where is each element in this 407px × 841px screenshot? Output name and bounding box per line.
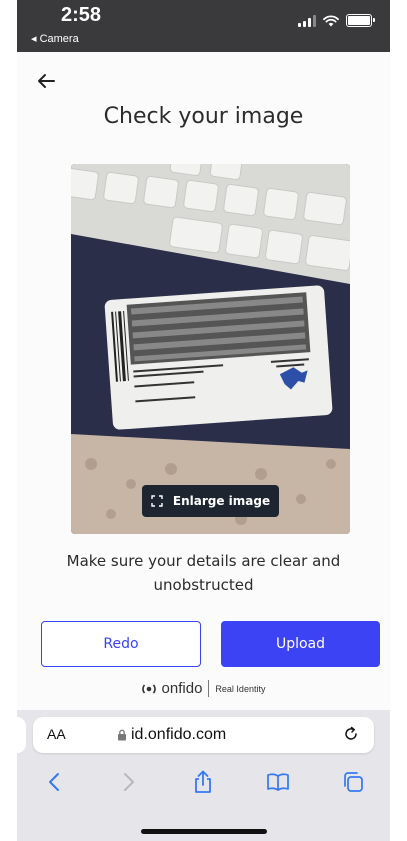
url-text: id.onfido.com	[131, 726, 227, 743]
back-arrow-icon[interactable]	[35, 70, 57, 92]
back-button[interactable]	[34, 766, 74, 798]
signal-icon	[298, 14, 316, 27]
onfido-logo-text: onfido	[161, 680, 203, 697]
brand-tagline: Real Identity	[215, 683, 266, 694]
bookmarks-button[interactable]	[258, 766, 298, 798]
browser-toolbar	[17, 762, 390, 802]
address-bar[interactable]: AA id.onfido.com	[33, 717, 374, 753]
id-card-photo	[71, 164, 350, 534]
brand-divider	[208, 680, 210, 697]
previous-tab-edge[interactable]	[17, 717, 26, 753]
redo-button[interactable]: Redo	[41, 621, 201, 667]
onfido-logo-icon	[141, 683, 156, 694]
chevron-left-icon	[49, 773, 60, 791]
tabs-button[interactable]	[333, 766, 373, 798]
tabs-icon	[343, 772, 363, 792]
enlarge-image-button[interactable]: Enlarge image	[142, 485, 279, 517]
lock-icon	[118, 729, 126, 741]
chevron-right-icon	[123, 773, 134, 791]
forward-button[interactable]	[109, 766, 149, 798]
reader-options-button[interactable]: AA	[47, 726, 66, 742]
battery-icon	[346, 14, 375, 27]
status-icons	[298, 14, 375, 27]
upload-button[interactable]: Upload	[221, 621, 380, 667]
reload-icon[interactable]	[342, 725, 360, 743]
home-indicator[interactable]	[141, 829, 267, 834]
check-image-page: Check your image Enlarge image Make sure…	[17, 52, 390, 710]
wifi-icon	[323, 14, 339, 26]
back-to-camera-link[interactable]: ◂ Camera	[31, 32, 79, 45]
onfido-branding: onfido Real Identity	[17, 680, 390, 697]
url-display[interactable]: id.onfido.com	[117, 726, 226, 744]
enlarge-image-label: Enlarge image	[172, 494, 271, 508]
browser-bottom-bar: AA id.onfido.com	[17, 710, 390, 841]
page-title: Check your image	[103, 104, 304, 129]
bookmarks-icon	[267, 773, 289, 791]
share-button[interactable]	[183, 766, 223, 798]
status-bar: 2:58 ◂ Camera	[17, 0, 390, 52]
status-time: 2:58	[61, 4, 102, 26]
document-preview-image[interactable]: Enlarge image	[71, 164, 350, 534]
share-icon	[195, 770, 212, 793]
expand-corners-icon	[151, 495, 163, 507]
instruction-text: Make sure your details are clear and uno…	[66, 552, 341, 594]
